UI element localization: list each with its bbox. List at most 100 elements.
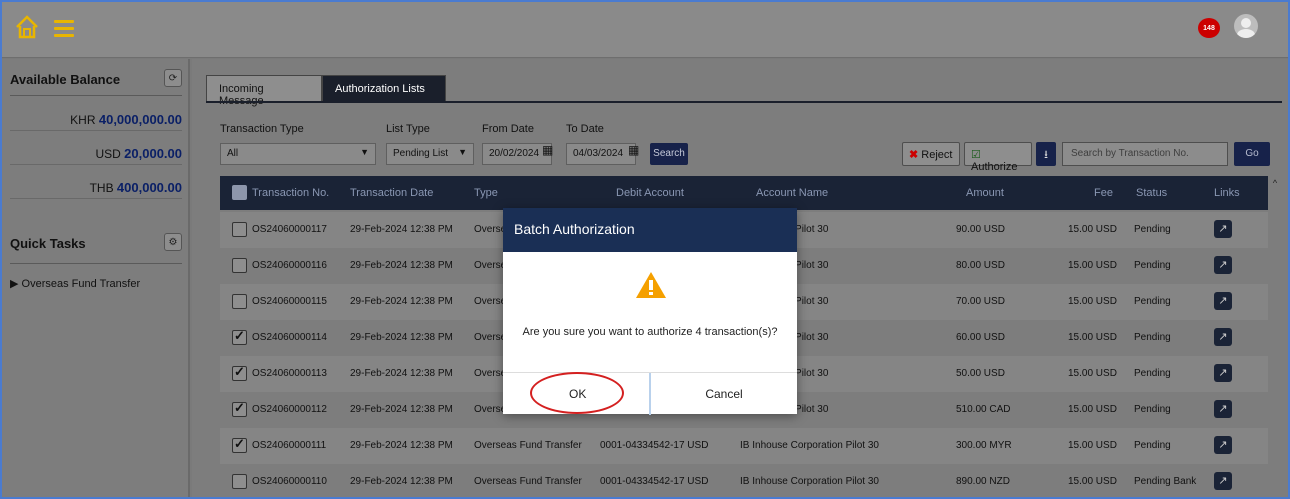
to-date-input[interactable]: 04/03/2024 [566,143,636,165]
cell-transaction-date: 29-Feb-2024 12:38 PM [350,368,453,379]
check-icon: ☑ [971,149,981,161]
cell-amount: 890.00 NZD [956,476,1010,487]
row-checkbox[interactable] [232,400,247,417]
highlight-circle [530,372,624,414]
user-avatar-icon[interactable] [1234,14,1258,38]
cell-transaction-no: OS24060000117 [252,224,327,235]
cell-account-name: IB Inhouse Corporation Pilot 30 [740,440,879,451]
cell-fee: 15.00 USD [1068,476,1117,487]
cell-fee: 15.00 USD [1068,224,1117,235]
col-fee[interactable]: Fee [1094,187,1113,199]
list-type-select[interactable]: Pending List ▼ [386,143,474,165]
cell-transaction-no: OS24060000110 [252,476,327,487]
table-row[interactable]: OS24060000110 29-Feb-2024 12:38 PM Oversea… [220,464,1268,497]
download-icon[interactable]: ⭳ [1036,142,1056,166]
cell-type: Overse [474,404,507,415]
external-link-icon[interactable]: ↗ [1214,472,1232,490]
row-checkbox[interactable] [232,474,247,489]
app-frame: 148 Available Balance ⟳ KHR 40,000,000.0… [0,0,1290,499]
balance-title: Available Balance [10,72,121,87]
col-links: Links [1214,187,1240,199]
transaction-type-select[interactable]: All ▼ [220,143,376,165]
external-link-icon[interactable]: ↗ [1214,292,1232,310]
cell-status: Pending [1134,332,1171,343]
cell-type: Overse [474,224,507,235]
cell-status: Pending [1134,404,1171,415]
hamburger-icon[interactable] [54,20,74,37]
tab-authorization-lists[interactable]: Authorization Lists [322,75,446,101]
balance-row-thb: THB 400,000.00 [10,175,182,199]
calendar-icon[interactable]: ▦ [542,143,558,161]
row-checkbox[interactable] [232,436,247,453]
cell-debit-account: 0001-04334542-17 USD [600,476,709,487]
cell-transaction-date: 29-Feb-2024 12:38 PM [350,476,453,487]
cell-fee: 15.00 USD [1068,440,1117,451]
cell-status: Pending Bank [1134,476,1197,487]
dialog-message: Are you sure you want to authorize 4 tra… [522,326,778,338]
col-status[interactable]: Status [1136,187,1167,199]
cell-type: Overseas Fund Transfer [474,440,582,451]
cell-status: Pending [1134,368,1171,379]
cell-type: Overse [474,368,507,379]
external-link-icon[interactable]: ↗ [1214,328,1232,346]
external-link-icon[interactable]: ↗ [1214,400,1232,418]
col-account-name[interactable]: Account Name [756,187,828,199]
external-link-icon[interactable]: ↗ [1214,436,1232,454]
cell-transaction-date: 29-Feb-2024 12:38 PM [350,440,453,451]
cell-transaction-no: OS24060000116 [252,260,327,271]
reject-button[interactable]: ✖ Reject [902,142,960,166]
notification-badge[interactable]: 148 [1198,18,1220,38]
cell-debit-account: 0001-04334542-17 USD [600,440,709,451]
search-input[interactable]: Search by Transaction No. [1062,142,1228,166]
search-button[interactable]: Search [650,143,688,165]
cell-type: Overse [474,296,507,307]
home-icon[interactable] [14,14,40,40]
col-type[interactable]: Type [474,187,498,199]
row-checkbox[interactable] [232,364,247,381]
cell-transaction-date: 29-Feb-2024 12:38 PM [350,260,453,271]
list-type-label: List Type [386,123,430,135]
col-transaction-date[interactable]: Transaction Date [350,187,433,199]
quick-task-item[interactable]: ▶ Overseas Fund Transfer [10,277,140,290]
row-checkbox[interactable] [232,222,247,237]
go-button[interactable]: Go [1234,142,1270,166]
col-transaction-no[interactable]: Transaction No. [252,187,329,199]
external-link-icon[interactable]: ↗ [1214,364,1232,382]
cell-type: Overseas Fund Transfer [474,476,582,487]
row-checkbox[interactable] [232,258,247,273]
calendar-icon[interactable]: ▦ [628,143,644,161]
cell-type: Overse [474,260,507,271]
refresh-icon[interactable]: ⟳ [164,69,182,87]
cell-transaction-no: OS24060000113 [252,368,327,379]
cell-status: Pending [1134,224,1171,235]
cancel-button[interactable]: Cancel [651,373,797,415]
external-link-icon[interactable]: ↗ [1214,256,1232,274]
top-bar: 148 [2,2,1288,58]
cell-type: Overse [474,332,507,343]
row-checkbox[interactable] [232,328,247,345]
col-amount[interactable]: Amount [966,187,1004,199]
balance-row-usd: USD 20,000.00 [10,141,182,165]
cell-amount: 50.00 USD [956,368,1005,379]
col-debit-account[interactable]: Debit Account [616,187,684,199]
cell-transaction-date: 29-Feb-2024 12:38 PM [350,296,453,307]
select-all-checkbox[interactable] [232,185,247,200]
cell-amount: 510.00 CAD [956,404,1011,415]
tab-incoming-message[interactable]: Incoming Message [206,75,322,107]
authorize-button[interactable]: ☑ Authorize [964,142,1032,173]
row-checkbox[interactable] [232,294,247,309]
sidebar: Available Balance ⟳ KHR 40,000,000.00 US… [2,59,190,497]
cell-amount: 80.00 USD [956,260,1005,271]
to-date-label: To Date [566,123,604,135]
dialog-title: Batch Authorization [503,208,797,252]
cell-fee: 15.00 USD [1068,260,1117,271]
balance-row-khr: KHR 40,000,000.00 [10,107,182,131]
settings-icon[interactable]: ⚙ [164,233,182,251]
cell-transaction-date: 29-Feb-2024 12:38 PM [350,404,453,415]
close-icon: ✖ [909,149,919,161]
table-row[interactable]: OS24060000111 29-Feb-2024 12:38 PM Oversea… [220,428,1268,464]
cell-account-name: IB Inhouse Corporation Pilot 30 [740,476,879,487]
cell-status: Pending [1134,296,1171,307]
scroll-up-arrow[interactable]: ^ [1268,176,1282,210]
external-link-icon[interactable]: ↗ [1214,220,1232,238]
